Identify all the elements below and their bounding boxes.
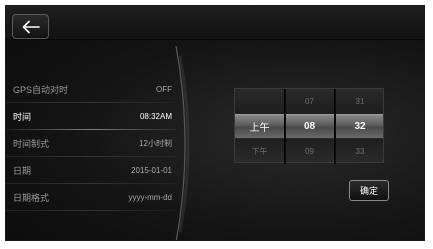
setting-row-date[interactable]: 日期 2015-01-01 [6,157,182,184]
minute-option-selected[interactable]: 32 [335,114,385,139]
ampm-option-below[interactable]: 下午 [235,139,284,164]
setting-label: 日期格式 [13,193,50,203]
setting-value: OFF [156,85,172,94]
hour-wheel[interactable]: 07 08 09 [285,89,335,164]
back-arrow-icon [21,20,41,34]
header-bar [6,6,424,40]
minute-wheel[interactable]: 31 32 33 [335,89,385,164]
setting-row-gps-sync[interactable]: GPS自动对时 OFF [6,76,182,103]
setting-value: 08:32AM [139,112,172,121]
ampm-wheel[interactable]: 上午 下午 [235,89,285,164]
minute-option-below[interactable]: 33 [335,139,385,164]
panel-divider-arc [175,46,190,240]
setting-value: 2015-01-01 [131,166,172,175]
minute-option-above[interactable]: 31 [335,89,385,114]
ampm-option-selected[interactable]: 上午 [235,114,284,139]
back-button[interactable] [12,14,49,39]
confirm-button[interactable]: 确定 [349,180,389,201]
setting-row-date-format[interactable]: 日期格式 yyyy-mm-dd [6,184,182,211]
setting-row-time[interactable]: 时间 08:32AM [6,103,182,130]
settings-list: GPS自动对时 OFF 时间 08:32AM 时间制式 12小时制 日期 201… [6,76,182,211]
time-settings-panel: GPS自动对时 OFF 时间 08:32AM 时间制式 12小时制 日期 201… [5,5,425,241]
setting-label: GPS自动对时 [13,85,69,95]
hour-option-above[interactable]: 07 [285,89,334,114]
ampm-option-above[interactable] [235,89,284,114]
setting-row-time-format[interactable]: 时间制式 12小时制 [6,130,182,157]
setting-label: 时间制式 [13,139,50,149]
time-picker[interactable]: 上午 下午 07 08 09 31 32 33 [234,88,385,164]
setting-label: 时间 [13,112,32,122]
setting-value: yyyy-mm-dd [128,193,172,202]
setting-value: 12小时制 [139,139,172,148]
setting-label: 日期 [13,166,32,176]
hour-option-below[interactable]: 09 [285,139,334,164]
hour-option-selected[interactable]: 08 [285,114,334,139]
screen: GPS自动对时 OFF 时间 08:32AM 时间制式 12小时制 日期 201… [0,0,433,249]
